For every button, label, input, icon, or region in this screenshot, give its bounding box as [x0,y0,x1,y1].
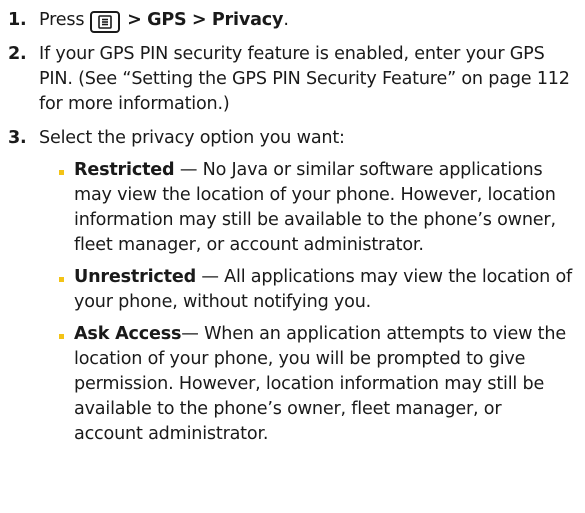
step-3: 3. Select the privacy option you want: R… [8,126,575,454]
step-body: Select the privacy option you want: Rest… [39,126,575,454]
privacy-options-list: Restricted — No Java or similar software… [39,158,575,447]
option-term: Unrestricted [74,267,196,287]
option-dash: — [181,324,205,344]
option-text: Unrestricted — All applications may view… [74,265,575,315]
step-text-before: Press [39,10,85,30]
step-number: 2. [8,44,27,64]
option-dash: — [174,160,203,180]
instruction-page: 1. Press > GPS > Privacy. 2. If your GPS… [0,0,585,513]
option-term: Restricted [74,160,175,180]
step-1: 1. Press > GPS > Privacy. [8,8,575,33]
menu-path-privacy: Privacy [211,10,284,30]
list-item: Restricted — No Java or similar software… [59,158,575,258]
menu-key-icon [89,11,120,33]
bullet-icon [59,334,64,339]
step-text: Press > GPS > Privacy. [39,8,575,33]
option-term: Ask Access [74,324,182,344]
list-item: Ask Access— When an application attempts… [59,322,575,447]
step-2: 2. If your GPS PIN security feature is e… [8,42,575,117]
bullet-icon [59,170,64,175]
option-text: Ask Access— When an application attempts… [74,322,575,447]
step-number: 3. [8,128,27,148]
option-dash: — [195,267,225,287]
step-text: Select the privacy option you want: [39,128,345,148]
menu-path-gps: GPS [147,10,187,30]
bullet-icon [59,277,64,282]
menu-path-separator: > [127,10,142,30]
step-text-after: . [283,10,289,30]
step-number: 1. [8,10,27,30]
list-item: Unrestricted — All applications may view… [59,265,575,315]
step-text: If your GPS PIN security feature is enab… [39,44,570,114]
option-text: Restricted — No Java or similar software… [74,158,575,258]
menu-path-separator: > [191,10,207,30]
